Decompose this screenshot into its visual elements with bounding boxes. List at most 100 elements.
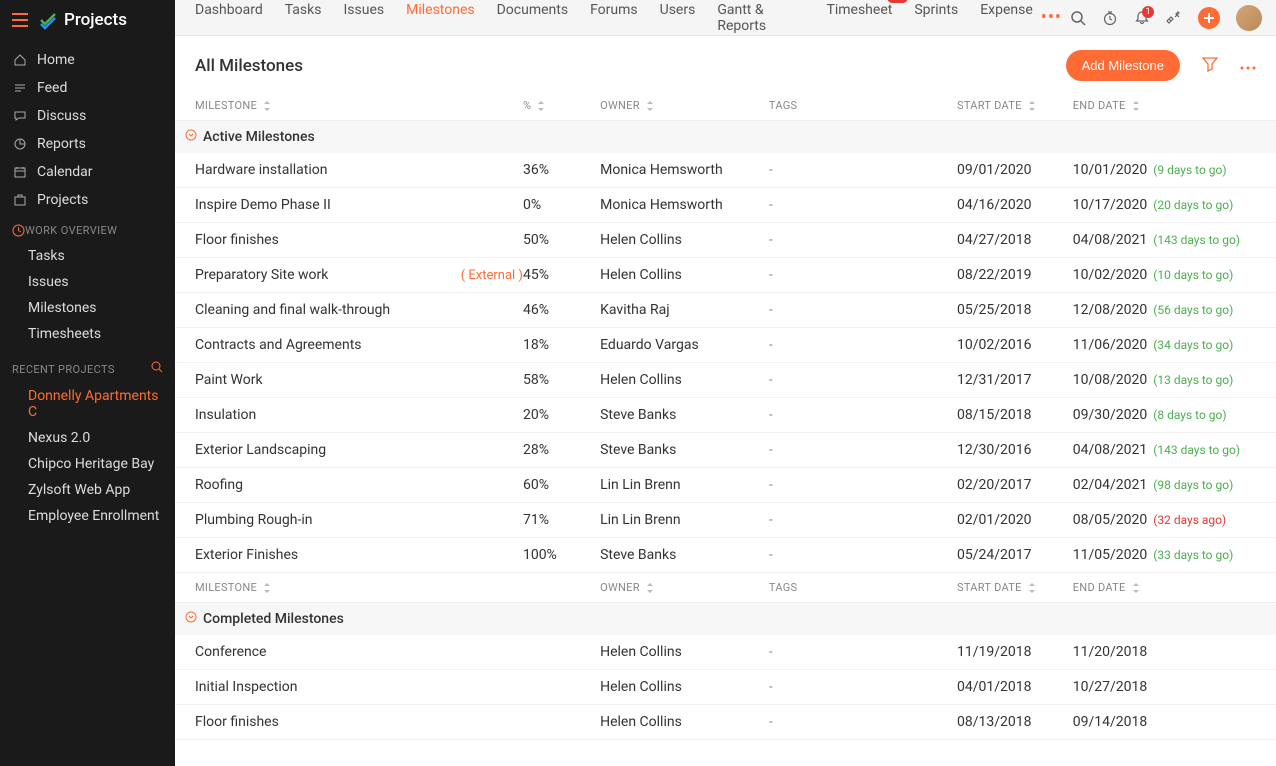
milestone-tags: - xyxy=(769,512,957,528)
milestone-start: 05/24/2017 xyxy=(957,547,1073,563)
milestone-pct: 50% xyxy=(523,232,600,248)
tab-gantt-reports[interactable]: Gantt & Reports xyxy=(717,0,804,42)
sort-icon[interactable] xyxy=(1132,101,1140,111)
sort-icon[interactable] xyxy=(537,101,545,111)
table-row[interactable]: Contracts and Agreements18%Eduardo Varga… xyxy=(175,328,1276,363)
table-row[interactable]: Initial InspectionHelen Collins-04/01/20… xyxy=(175,670,1276,705)
milestone-tags: - xyxy=(769,644,957,660)
milestone-start: 12/31/2017 xyxy=(957,372,1073,388)
table-row[interactable]: Insulation20%Steve Banks-08/15/201809/30… xyxy=(175,398,1276,433)
sidebar-item-feed[interactable]: Feed xyxy=(0,74,175,102)
timer-icon[interactable] xyxy=(1102,10,1118,26)
milestone-tags: - xyxy=(769,679,957,695)
bell-badge: 1 xyxy=(1142,6,1154,18)
table-row[interactable]: Roofing60%Lin Lin Brenn-02/20/201702/04/… xyxy=(175,468,1276,503)
sidebar-item-projects[interactable]: Projects xyxy=(0,186,175,214)
more-actions-icon[interactable] xyxy=(1240,58,1256,74)
tab-tasks[interactable]: Tasks xyxy=(285,0,322,42)
col-owner[interactable]: OWNER xyxy=(600,99,640,112)
recent-project-item[interactable]: Chipco Heritage Bay xyxy=(0,451,175,477)
table-row[interactable]: Preparatory Site work( External )45%Hele… xyxy=(175,258,1276,293)
milestone-end: 09/14/2018 xyxy=(1073,714,1148,730)
search-icon[interactable] xyxy=(1070,10,1086,26)
col-milestone[interactable]: MILESTONE xyxy=(195,99,257,112)
sidebar-sub-issues[interactable]: Issues xyxy=(0,269,175,295)
col-owner[interactable]: OWNER xyxy=(600,581,640,594)
table-row[interactable]: ConferenceHelen Collins-11/19/201811/20/… xyxy=(175,635,1276,670)
recent-project-item[interactable]: Zylsoft Web App xyxy=(0,477,175,503)
sidebar-sub-milestones[interactable]: Milestones xyxy=(0,295,175,321)
tab-issues[interactable]: Issues xyxy=(343,0,384,42)
tab-expense[interactable]: Expense xyxy=(980,0,1033,42)
milestone-end: 10/08/2020 xyxy=(1073,372,1148,388)
sidebar-item-reports[interactable]: Reports xyxy=(0,130,175,158)
milestone-pct: 71% xyxy=(523,512,600,528)
tab-dashboard[interactable]: Dashboard xyxy=(195,0,263,42)
sidebar-sub-tasks[interactable]: Tasks xyxy=(0,243,175,269)
sort-icon[interactable] xyxy=(646,101,654,111)
col-start[interactable]: START DATE xyxy=(957,581,1022,594)
more-tabs-icon[interactable]: ••• xyxy=(1041,7,1062,28)
milestone-end: 12/08/2020 xyxy=(1073,302,1148,318)
col-milestone[interactable]: MILESTONE xyxy=(195,581,257,594)
col-tags[interactable]: TAGS xyxy=(769,581,797,594)
table-row[interactable]: Floor finishesHelen Collins-08/13/201809… xyxy=(175,705,1276,740)
milestone-owner: Lin Lin Brenn xyxy=(600,512,769,528)
table-row[interactable]: Cleaning and final walk-through46%Kavith… xyxy=(175,293,1276,328)
tab-timesheet[interactable]: Timesheet99+ xyxy=(827,0,893,42)
sidebar-item-label: Discuss xyxy=(37,108,86,124)
milestone-start: 08/22/2019 xyxy=(957,267,1073,283)
recent-project-item[interactable]: Nexus 2.0 xyxy=(0,425,175,451)
sort-icon[interactable] xyxy=(1132,583,1140,593)
milestone-start: 02/20/2017 xyxy=(957,477,1073,493)
group-header[interactable]: Completed Milestones xyxy=(175,603,1276,635)
recent-project-item[interactable]: Donnelly Apartments C xyxy=(0,383,175,425)
sort-icon[interactable] xyxy=(263,583,271,593)
tab-documents[interactable]: Documents xyxy=(497,0,568,42)
table-row[interactable]: Exterior Landscaping28%Steve Banks-12/30… xyxy=(175,433,1276,468)
col-end[interactable]: END DATE xyxy=(1073,99,1126,112)
sort-icon[interactable] xyxy=(646,583,654,593)
sort-icon[interactable] xyxy=(1028,101,1036,111)
table-row[interactable]: Paint Work58%Helen Collins-12/31/201710/… xyxy=(175,363,1276,398)
sidebar-item-discuss[interactable]: Discuss xyxy=(0,102,175,130)
table-row[interactable]: Inspire Demo Phase II0%Monica Hemsworth-… xyxy=(175,188,1276,223)
hamburger-icon[interactable] xyxy=(12,13,28,27)
user-avatar[interactable] xyxy=(1236,5,1262,31)
app-logo[interactable]: Projects xyxy=(38,10,127,30)
add-button[interactable] xyxy=(1198,7,1220,29)
search-icon[interactable] xyxy=(151,361,163,377)
add-milestone-button[interactable]: Add Milestone xyxy=(1066,50,1180,81)
milestone-tags: - xyxy=(769,407,957,423)
col-pct[interactable]: % xyxy=(523,99,531,112)
recent-project-item[interactable]: Employee Enrollment xyxy=(0,503,175,529)
reports-icon xyxy=(12,137,27,152)
col-start[interactable]: START DATE xyxy=(957,99,1022,112)
tab-milestones[interactable]: Milestones xyxy=(406,0,475,42)
tab-users[interactable]: Users xyxy=(660,0,696,42)
filter-icon[interactable] xyxy=(1202,56,1218,76)
group-header[interactable]: Active Milestones xyxy=(175,121,1276,153)
sidebar-item-calendar[interactable]: Calendar xyxy=(0,158,175,186)
bell-icon[interactable]: 1 xyxy=(1134,10,1150,26)
tab-forums[interactable]: Forums xyxy=(590,0,638,42)
table-row[interactable]: Plumbing Rough-in71%Lin Lin Brenn-02/01/… xyxy=(175,503,1276,538)
col-tags[interactable]: TAGS xyxy=(769,99,797,112)
sort-icon[interactable] xyxy=(1028,583,1036,593)
milestone-start: 02/01/2020 xyxy=(957,512,1073,528)
settings-icon[interactable] xyxy=(1166,10,1182,26)
table-row[interactable]: Hardware installation36%Monica Hemsworth… xyxy=(175,153,1276,188)
work-overview-label: WORK OVERVIEW xyxy=(25,224,117,237)
sort-icon[interactable] xyxy=(263,101,271,111)
milestone-start: 11/19/2018 xyxy=(957,644,1073,660)
table-row[interactable]: Exterior Finishes100%Steve Banks-05/24/2… xyxy=(175,538,1276,573)
table-row[interactable]: Floor finishes50%Helen Collins-04/27/201… xyxy=(175,223,1276,258)
milestone-start: 10/02/2016 xyxy=(957,337,1073,353)
sidebar-sub-timesheets[interactable]: Timesheets xyxy=(0,321,175,347)
col-end[interactable]: END DATE xyxy=(1073,581,1126,594)
days-remaining: (9 days to go) xyxy=(1153,163,1226,177)
tab-sprints[interactable]: Sprints xyxy=(914,0,958,42)
sidebar-item-home[interactable]: Home xyxy=(0,46,175,74)
milestones-table[interactable]: MILESTONE% OWNER TAGS START DATE END DATE Act… xyxy=(175,91,1276,766)
milestone-name: Floor finishes xyxy=(195,714,279,730)
